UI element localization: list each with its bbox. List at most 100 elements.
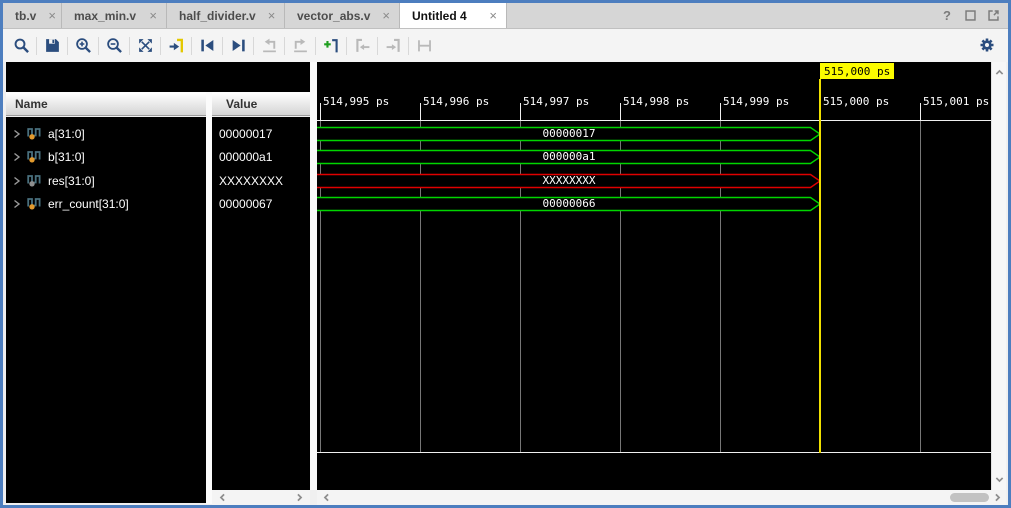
vivado-waveform-window: tb.v×max_min.v×half_divider.v×vector_abs… xyxy=(0,0,1011,508)
ruler-tick-label: 514,997 ps xyxy=(523,95,589,108)
signal-row[interactable]: err_count[31:0] xyxy=(6,193,206,214)
zoom-fit-button[interactable] xyxy=(133,34,157,58)
zoom-fit-icon xyxy=(137,37,154,54)
ruler-tick-mark xyxy=(620,103,621,120)
signal-row[interactable]: b[31:0] xyxy=(6,146,206,167)
scroll-right-icon[interactable] xyxy=(293,491,306,504)
cursor-time-badge[interactable]: 515,000 ps xyxy=(820,63,894,79)
next-transition-icon xyxy=(292,37,309,54)
bus-waveform[interactable]: XXXXXXXX xyxy=(317,173,821,189)
tab-label: half_divider.v xyxy=(179,9,256,23)
value-panel-hscrollbar[interactable] xyxy=(212,490,310,505)
tab-close-icon[interactable]: × xyxy=(382,9,390,22)
signal-row[interactable]: res[31:0] xyxy=(6,170,206,191)
go-to-end-button[interactable] xyxy=(226,34,250,58)
wave-gridline xyxy=(620,121,621,452)
save-icon xyxy=(44,37,61,54)
bus-waveform[interactable]: 000000a1 xyxy=(317,149,821,165)
tab-label: vector_abs.v xyxy=(297,9,370,23)
tab-close-icon[interactable]: × xyxy=(489,9,497,22)
expand-chevron-icon[interactable] xyxy=(13,129,21,139)
wave-cursor-line[interactable] xyxy=(819,79,821,453)
toolbar-separator xyxy=(408,37,409,55)
tab-close-icon[interactable]: × xyxy=(149,9,157,22)
name-column-header[interactable]: Name xyxy=(6,92,209,116)
toolbar-separator xyxy=(36,37,37,55)
editor-tab-bar: tb.v×max_min.v×half_divider.v×vector_abs… xyxy=(3,3,1008,29)
next-marker-icon xyxy=(385,37,402,54)
scroll-right-icon[interactable] xyxy=(991,491,1004,504)
toolbar-separator xyxy=(253,37,254,55)
find-button[interactable] xyxy=(9,34,33,58)
signal-value: 000000a1 xyxy=(219,146,272,167)
editor-tab-untitled-4[interactable]: Untitled 4 × xyxy=(400,3,507,28)
ruler-tick-label: 514,996 ps xyxy=(423,95,489,108)
zoom-in-icon xyxy=(75,37,92,54)
editor-tab-vector-abs-v[interactable]: vector_abs.v × xyxy=(285,3,400,28)
ruler-tick-mark xyxy=(320,103,321,120)
editor-tab-tb-v[interactable]: tb.v × xyxy=(3,3,62,28)
float-pane-icon[interactable] xyxy=(986,9,1000,23)
signal-value-panel: 00000017000000a1XXXXXXXX00000067 xyxy=(212,117,310,490)
maximize-icon[interactable] xyxy=(963,9,977,23)
toolbar-separator xyxy=(129,37,130,55)
wave-gridline xyxy=(720,121,721,452)
wave-gridline xyxy=(320,121,321,452)
toolbar-separator xyxy=(160,37,161,55)
editor-tab-max-min-v[interactable]: max_min.v× xyxy=(62,3,167,28)
wave-top-boundary xyxy=(317,120,991,121)
expand-chevron-icon[interactable] xyxy=(13,176,21,186)
scroll-left-icon[interactable] xyxy=(320,491,333,504)
ruler-tick-mark xyxy=(420,103,421,120)
expand-chevron-icon[interactable] xyxy=(13,152,21,162)
editor-tab-half-divider-v[interactable]: half_divider.v × xyxy=(167,3,285,28)
previous-transition-button xyxy=(257,34,281,58)
bus-signal-icon xyxy=(27,150,42,163)
go-to-time-button[interactable] xyxy=(164,34,188,58)
wave-vscrollbar[interactable] xyxy=(991,62,1006,490)
pane-window-buttons: ? xyxy=(940,3,1000,28)
signal-name-panel: a[31:0]b[31:0] res[31:0] err_count[31:0] xyxy=(6,117,206,503)
add-marker-button[interactable] xyxy=(319,34,343,58)
bus-signal-icon xyxy=(27,197,42,210)
tab-label: tb.v xyxy=(15,9,36,23)
go-to-time-icon xyxy=(168,37,185,54)
go-to-end-icon xyxy=(230,37,247,54)
bus-waveform[interactable]: 00000066 xyxy=(317,196,821,212)
save-button[interactable] xyxy=(40,34,64,58)
bus-waveform[interactable]: 00000017 xyxy=(317,126,821,142)
add-marker-icon xyxy=(323,37,340,54)
hscroll-thumb[interactable] xyxy=(950,493,989,502)
tab-label: Untitled 4 xyxy=(412,9,467,23)
toolbar-separator xyxy=(222,37,223,55)
scroll-up-icon[interactable] xyxy=(993,66,1006,79)
wave-hscrollbar[interactable] xyxy=(317,490,1006,505)
toolbar-separator xyxy=(346,37,347,55)
signal-value: 00000067 xyxy=(219,193,272,214)
ruler-tick-label: 514,999 ps xyxy=(723,95,789,108)
wave-settings-gear-button[interactable] xyxy=(976,34,998,56)
scroll-down-icon[interactable] xyxy=(993,473,1006,486)
swap-cursors-icon xyxy=(416,37,433,54)
zoom-out-button[interactable] xyxy=(102,34,126,58)
go-to-start-icon xyxy=(199,37,216,54)
zoom-in-button[interactable] xyxy=(71,34,95,58)
panel-wave-splitter[interactable] xyxy=(310,62,317,490)
signal-row[interactable]: a[31:0] xyxy=(6,123,206,144)
wave-gridline xyxy=(520,121,521,452)
toolbar-separator xyxy=(67,37,68,55)
tabs-container: tb.v×max_min.v×half_divider.v×vector_abs… xyxy=(3,3,507,28)
toolbar-separator xyxy=(315,37,316,55)
scroll-left-icon[interactable] xyxy=(216,491,229,504)
previous-marker-icon xyxy=(354,37,371,54)
help-icon[interactable]: ? xyxy=(940,9,954,23)
tab-close-icon[interactable]: × xyxy=(268,9,276,22)
ruler-tick-label: 515,000 ps xyxy=(823,95,889,108)
value-column-header[interactable]: Value xyxy=(212,92,310,116)
expand-chevron-icon[interactable] xyxy=(13,199,21,209)
signal-name: err_count[31:0] xyxy=(48,197,129,211)
next-marker-button xyxy=(381,34,405,58)
waveform-area[interactable]: 515,000 ps 514,995 ps514,996 ps514,997 p… xyxy=(317,62,991,490)
go-to-start-button[interactable] xyxy=(195,34,219,58)
tab-close-icon[interactable]: × xyxy=(48,9,56,22)
